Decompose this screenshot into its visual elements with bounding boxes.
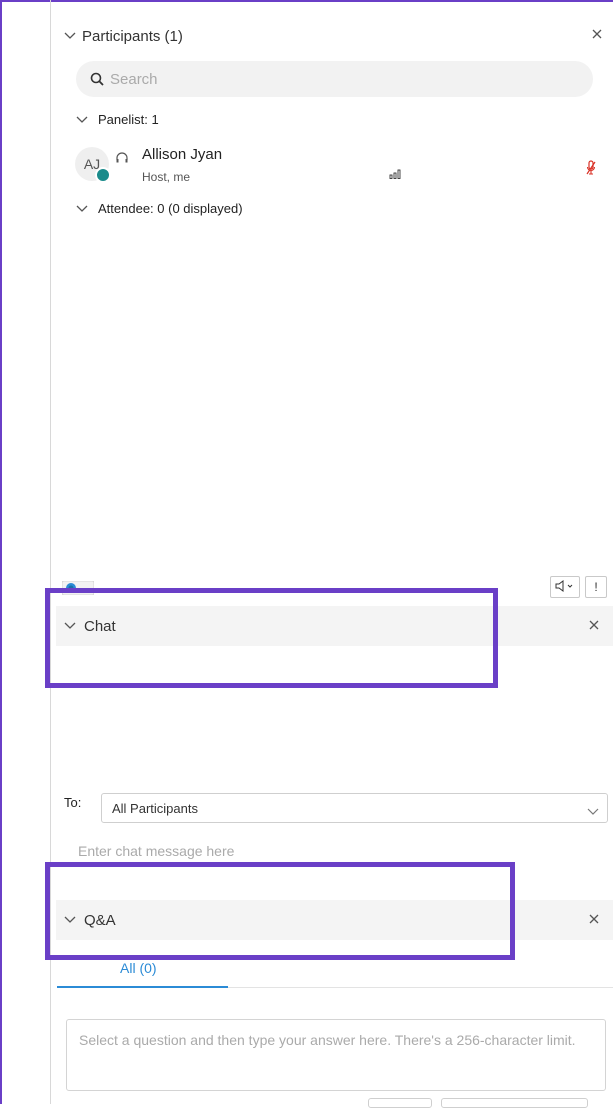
chat-recipient-value: All Participants	[112, 800, 198, 816]
highlight-box	[45, 588, 498, 688]
close-icon[interactable]	[585, 616, 603, 634]
participants-title: Participants (1)	[82, 27, 183, 45]
close-icon[interactable]	[591, 27, 603, 45]
active-tab-indicator	[57, 986, 228, 988]
panelist-group-label: Panelist: 1	[98, 112, 159, 127]
attendee-group-label: Attendee: 0 (0 displayed)	[98, 201, 243, 216]
participant-role: Host, me	[142, 170, 191, 184]
chat-message-input[interactable]: Enter chat message here	[78, 843, 234, 859]
window-frame-top	[0, 0, 613, 2]
qa-answer-placeholder: Select a question and then type your ans…	[79, 1032, 576, 1048]
panelist-group-header[interactable]: Panelist: 1	[76, 112, 159, 127]
speaker-icon	[555, 579, 575, 595]
participants-header[interactable]: Participants (1)	[56, 16, 613, 56]
search-placeholder: Search	[110, 70, 158, 88]
chevron-down-icon[interactable]	[587, 803, 599, 821]
tab-divider	[228, 987, 613, 988]
muted-microphone-icon[interactable]	[586, 160, 596, 181]
send-button[interactable]	[368, 1098, 432, 1108]
feedback-button[interactable]: !	[585, 576, 607, 598]
chat-to-label: To:	[64, 795, 82, 810]
chevron-down-icon[interactable]	[64, 32, 76, 40]
send-privately-button[interactable]	[441, 1098, 588, 1108]
chat-recipient-select[interactable]: All Participants	[101, 793, 608, 823]
signal-strength-icon	[389, 166, 401, 184]
highlight-box	[45, 862, 515, 960]
feedback-label: !	[594, 580, 598, 594]
participant-name: Allison Jyan	[142, 146, 223, 163]
raise-hand-menu-button[interactable]	[550, 576, 580, 598]
window-frame-left	[0, 0, 2, 1104]
tab-all-questions[interactable]: All (0)	[120, 960, 157, 976]
participants-search-input[interactable]: Search	[76, 61, 593, 97]
attendee-group-header[interactable]: Attendee: 0 (0 displayed)	[76, 201, 243, 216]
search-icon	[90, 72, 104, 86]
close-icon[interactable]	[585, 910, 603, 928]
chevron-down-icon[interactable]	[76, 205, 88, 213]
qa-answer-input[interactable]: Select a question and then type your ans…	[66, 1019, 606, 1091]
headset-icon	[115, 151, 129, 170]
chevron-down-icon[interactable]	[76, 116, 88, 124]
presence-status-icon	[95, 167, 111, 183]
